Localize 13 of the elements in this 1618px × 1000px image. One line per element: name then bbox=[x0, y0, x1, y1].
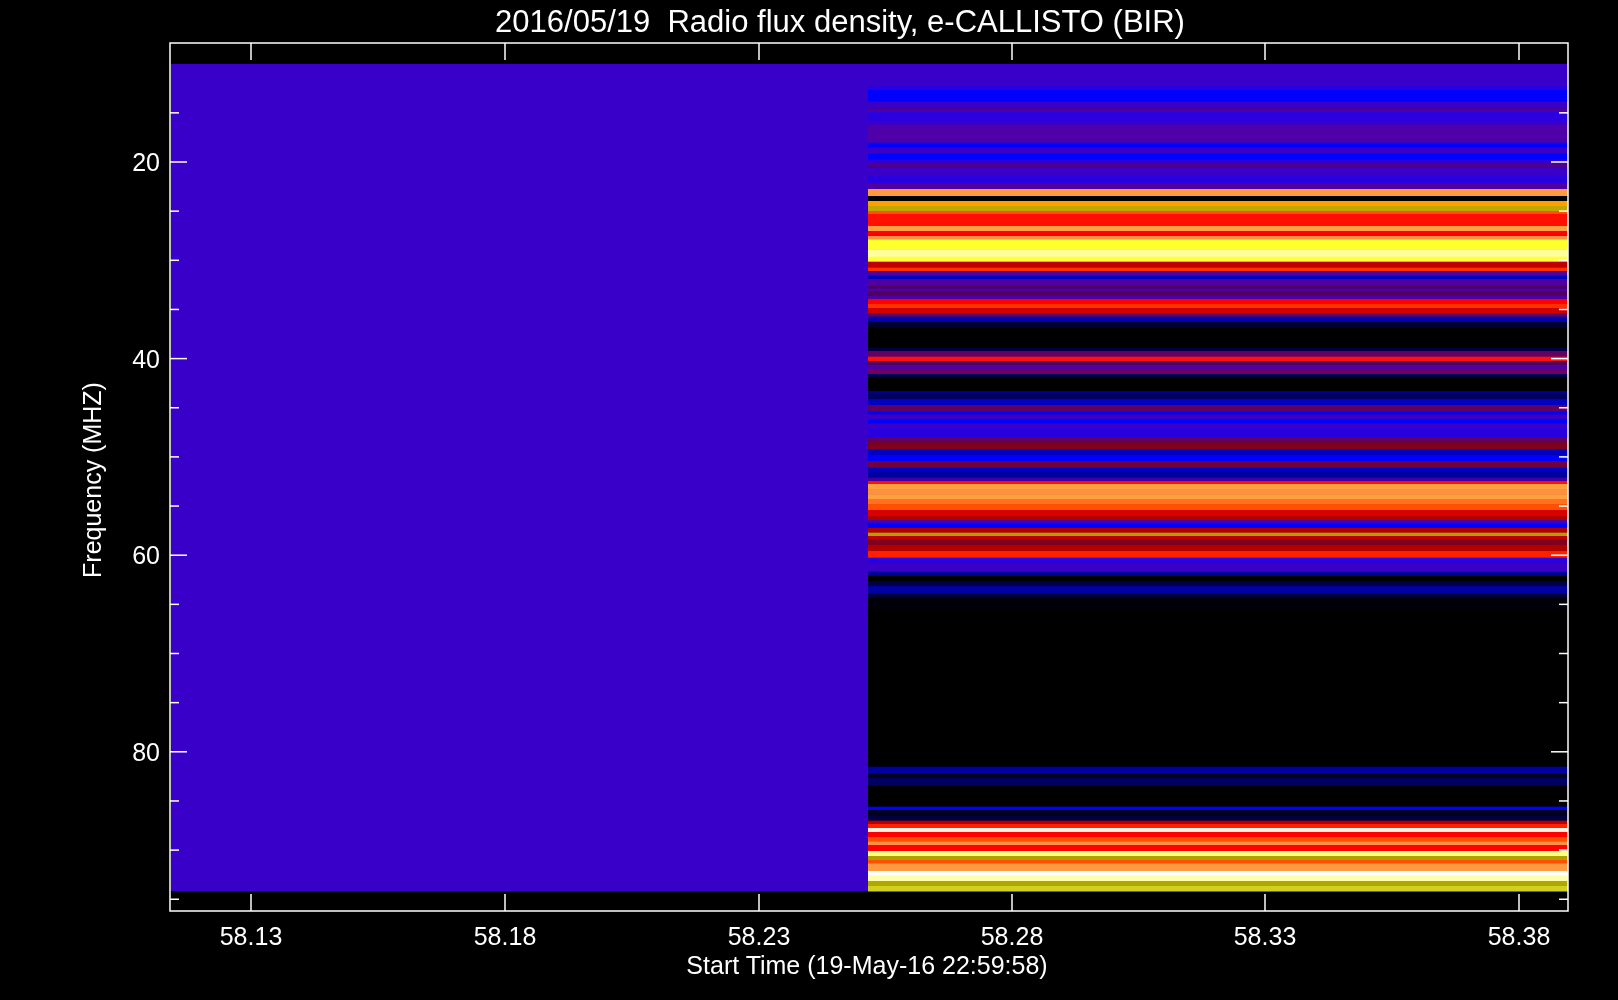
x-tick-label: 58.13 bbox=[219, 922, 283, 950]
x-tick-label: 58.18 bbox=[473, 922, 537, 950]
x-tick-label: 58.38 bbox=[1487, 922, 1551, 950]
x-tick-label: 58.33 bbox=[1233, 922, 1297, 950]
y-tick-label: 20 bbox=[132, 148, 160, 176]
x-tick-label: 58.28 bbox=[980, 922, 1044, 950]
y-axis-label: Frequency (MHZ) bbox=[78, 382, 106, 578]
plot-title: 2016/05/19 Radio flux density, e-CALLISTO (BIR) bbox=[495, 4, 1185, 39]
y-tick-label: 60 bbox=[132, 541, 160, 570]
x-axis-label: Start Time (19-May-16 22:59:58) bbox=[686, 951, 1048, 979]
x-tick-label: 58.23 bbox=[727, 922, 791, 950]
y-tick-label: 40 bbox=[132, 344, 160, 373]
y-tick-label: 80 bbox=[132, 737, 160, 766]
